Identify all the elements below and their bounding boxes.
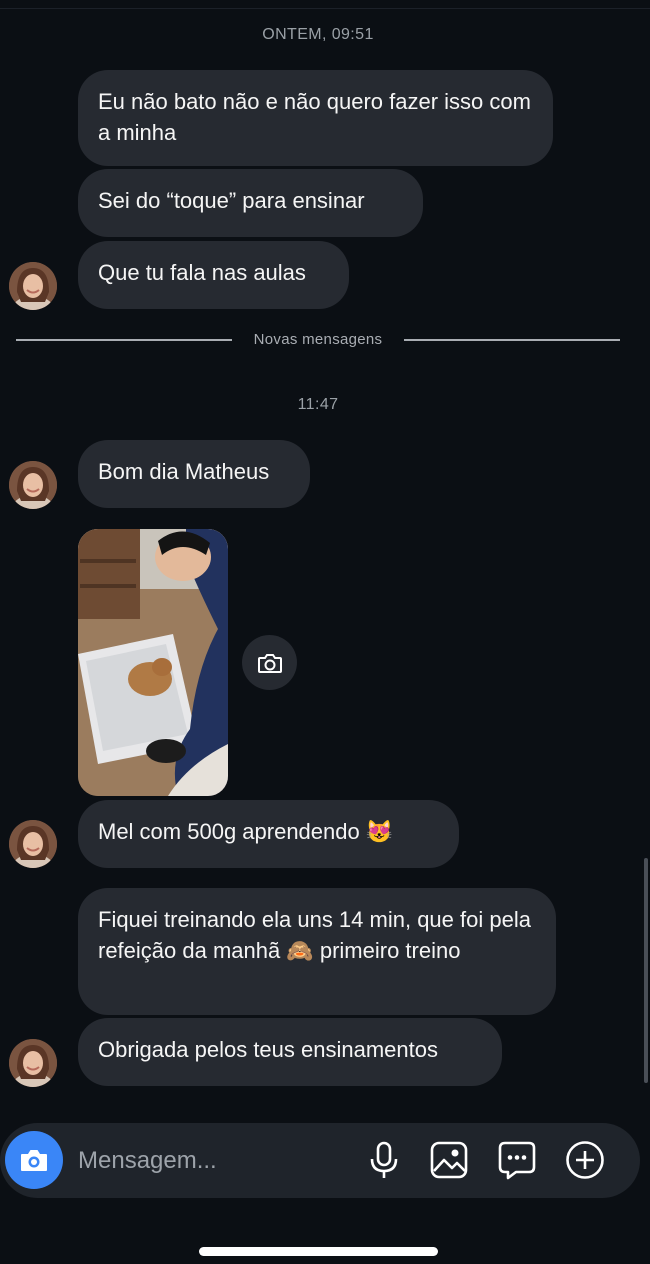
avatar-image (9, 820, 57, 868)
home-indicator[interactable] (199, 1247, 438, 1256)
scrollbar[interactable] (644, 858, 648, 1083)
gallery-icon[interactable] (428, 1139, 470, 1181)
message-bubble[interactable]: Que tu fala nas aulas (78, 241, 349, 309)
message-bubble[interactable]: Eu não bato não e não quero fazer isso c… (78, 70, 553, 166)
avatar[interactable] (9, 1039, 57, 1087)
avatar[interactable] (9, 262, 57, 310)
avatar-image (9, 1039, 57, 1087)
avatar-image (9, 262, 57, 310)
sticker-icon[interactable] (496, 1139, 538, 1181)
camera-icon (257, 653, 282, 673)
photo-camera-button[interactable] (242, 635, 297, 690)
timestamp-yesterday: ONTEM, 09:51 (262, 26, 374, 43)
camera-icon (21, 1150, 47, 1171)
timestamp-today: 11:47 (297, 396, 339, 413)
message-bubble[interactable]: Bom dia Matheus (78, 440, 310, 508)
divider-line-right (404, 339, 620, 341)
photo-puppy-training (78, 529, 228, 796)
microphone-icon[interactable] (363, 1139, 405, 1181)
message-bubble[interactable]: Mel com 500g aprendendo 😻 (78, 800, 459, 868)
avatar[interactable] (9, 461, 57, 509)
new-messages-divider: Novas mensagens (253, 331, 383, 348)
message-bubble[interactable]: Obrigada pelos teus ensinamentos (78, 1018, 502, 1086)
message-composer (0, 1123, 640, 1198)
avatar-image (9, 461, 57, 509)
top-divider (0, 8, 650, 9)
plus-circle-icon[interactable] (564, 1139, 606, 1181)
camera-button[interactable] (5, 1131, 63, 1189)
avatar[interactable] (9, 820, 57, 868)
message-bubble[interactable]: Sei do “toque” para ensinar (78, 169, 423, 237)
message-bubble[interactable]: Fiquei treinando ela uns 14 min, que foi… (78, 888, 556, 1015)
photo-message[interactable] (78, 529, 228, 796)
divider-line-left (16, 339, 232, 341)
message-input[interactable] (78, 1146, 348, 1176)
